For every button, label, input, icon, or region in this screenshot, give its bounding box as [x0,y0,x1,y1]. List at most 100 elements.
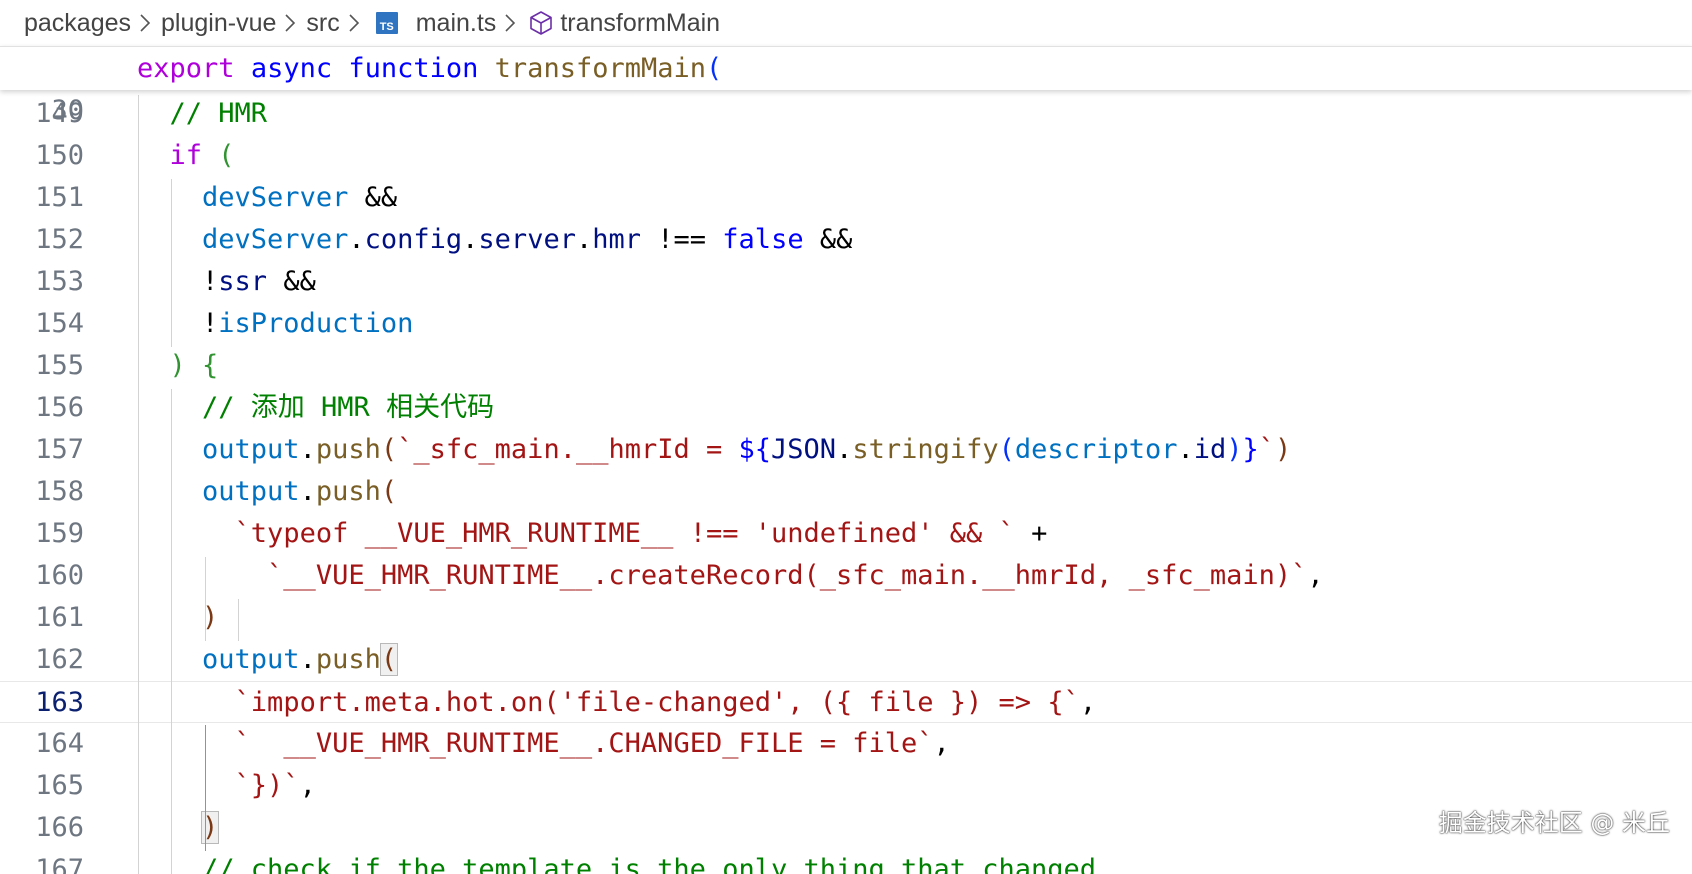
code-line[interactable]: 151 devServer && [0,177,1692,219]
code-token: transformMain [494,53,706,84]
breadcrumb-item-plugin-vue[interactable]: plugin-vue [161,9,276,38]
code-line-text: !ssr && [137,261,316,303]
code-line-text: ` __VUE_HMR_RUNTIME__.CHANGED_FILE = fil… [137,723,950,765]
code-token: ! [137,308,219,339]
method-cube-icon [528,10,554,36]
code-token: // 添加 HMR 相关代码 [137,392,495,423]
code-line[interactable]: 161 ) [0,597,1692,639]
code-token: output [202,476,300,507]
line-number: 153 [35,266,84,297]
code-token: ) [1226,434,1243,465]
code-token: . [348,224,365,255]
sticky-scroll-header[interactable]: 30 export async function transformMain( [0,46,1692,126]
code-line[interactable]: 163 `import.meta.hot.on('file-changed', … [0,681,1692,723]
code-token: && [348,182,398,213]
line-number: 152 [35,224,84,255]
code-line-text: export async function transformMain( [137,48,722,90]
code-token: function [348,53,479,84]
code-line[interactable]: 149 // HMR [0,95,1692,135]
code-line[interactable]: 153 !ssr && [0,261,1692,303]
code-token: ) [1275,434,1292,465]
breadcrumb-item-transformMain[interactable]: transformMain [560,9,720,38]
code-line[interactable]: 154 !isProduction [0,303,1692,345]
code-line[interactable]: 165 `})`, [0,765,1692,807]
line-number: 167 [35,854,84,874]
code-token: . [836,434,853,465]
code-editor[interactable]: 30 export async function transformMain( … [0,46,1692,874]
code-line[interactable]: 150 if ( [0,135,1692,177]
code-token: devServer [202,224,349,255]
code-token: id [1193,434,1227,465]
code-line[interactable]: 160 `__VUE_HMR_RUNTIME__.createRecord(_s… [0,555,1692,597]
breadcrumb-item-main-ts[interactable]: main.ts [416,9,497,38]
code-token: ( [218,140,235,171]
code-token: push [315,644,381,675]
code-token: + [1014,518,1048,549]
code-line[interactable]: 152 devServer.config.server.hmr !== fals… [0,219,1692,261]
code-token: , [299,770,316,801]
line-number: 156 [35,392,84,423]
code-line[interactable]: 162 output.push( [0,639,1692,681]
code-line-text: // 添加 HMR 相关代码 [137,387,494,429]
code-token: devServer [202,182,349,213]
chevron-right-icon [504,13,516,33]
line-number: 163 [35,687,84,718]
code-line[interactable]: 164 ` __VUE_HMR_RUNTIME__.CHANGED_FILE =… [0,723,1692,765]
code-line-text: devServer.config.server.hmr !== false && [137,219,852,261]
code-line[interactable]: 156 // 添加 HMR 相关代码 [0,387,1692,429]
code-token: . [1177,434,1194,465]
line-number: 30 [51,95,84,126]
code-line[interactable]: 159 `typeof __VUE_HMR_RUNTIME__ !== 'und… [0,513,1692,555]
code-token: ${ [738,434,772,465]
code-token: `import.meta.hot.on('file-changed', ({ f… [234,687,1080,718]
typescript-file-icon: TS [375,12,398,34]
code-token: && [267,266,316,297]
code-token: ( [379,643,399,676]
code-token: `typeof __VUE_HMR_RUNTIME__ !== 'undefin… [234,518,1015,549]
code-line[interactable]: 157 output.push(`_sfc_main.__hmrId = ${J… [0,429,1692,471]
code-token: `})` [234,770,300,801]
code-line-text: output.push(`_sfc_main.__hmrId = ${JSON.… [137,429,1291,471]
code-token: ) [169,350,186,381]
code-token: `__VUE_HMR_RUNTIME__.createRecord(_sfc_m… [267,560,1308,591]
code-token: . [299,434,316,465]
line-number: 166 [35,812,84,843]
code-token: ` [1258,434,1276,465]
code-token: } [1242,434,1259,465]
code-token: , [933,728,950,759]
line-number: 162 [35,644,84,675]
code-token: ssr [218,266,268,297]
code-token: ` __VUE_HMR_RUNTIME__.CHANGED_FILE = fil… [234,728,934,759]
breadcrumb-item-packages[interactable]: packages [24,9,131,38]
code-line-text: if ( [137,135,235,177]
chevron-right-icon [348,13,360,33]
code-token: { [202,350,219,381]
code-line-text: `__VUE_HMR_RUNTIME__.createRecord(_sfc_m… [137,555,1324,597]
breadcrumb: packages plugin-vue src TS main.ts trans… [0,0,1692,46]
code-token: // HMR [137,98,268,129]
code-line[interactable]: 155 ) { [0,345,1692,387]
line-number: 154 [35,308,84,339]
line-number: 161 [35,602,84,633]
indent-guide [205,557,206,641]
code-token: push [315,476,381,507]
line-number: 164 [35,728,84,759]
breadcrumb-item-src[interactable]: src [306,9,339,38]
code-token: !== [641,224,723,255]
code-line[interactable]: 167 // check if the template is the only… [0,849,1692,874]
code-token: ( [380,476,398,507]
code-line[interactable]: 158 output.push( [0,471,1692,513]
code-lines[interactable]: 167 // check if the template is the only… [0,95,1692,874]
code-token: push [315,434,381,465]
code-token: output [202,644,300,675]
sticky-line[interactable]: 30 export async function transformMain( [0,48,1692,126]
